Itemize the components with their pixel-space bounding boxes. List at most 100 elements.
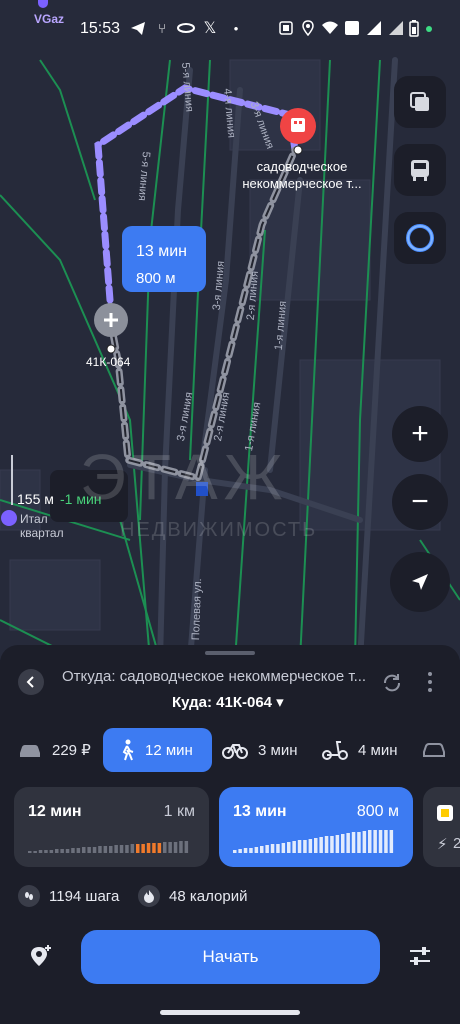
to-field[interactable]: Куда: 41К-064 ▾ [172, 693, 284, 711]
elevation-bar [303, 840, 307, 853]
calories-stat: 48 калорий [138, 885, 247, 907]
elevation-bar [324, 836, 329, 853]
mode-walk[interactable]: 12 мин [103, 728, 212, 772]
route-settings-button[interactable] [408, 945, 432, 972]
elevation-bar [319, 837, 323, 853]
location-icon [298, 18, 318, 38]
poi-label-line2: квартал [20, 526, 64, 540]
alice-icon [406, 224, 434, 252]
elevation-bar [28, 851, 32, 853]
route-card-3[interactable]: ⚡ 2 [423, 787, 460, 867]
mode-car-label: 229 ₽ [52, 742, 91, 759]
route-time: 13 мин [136, 243, 188, 260]
taxi-icon [423, 743, 445, 757]
status-bar: VGaz 15:53 ⑂ 𝕏 • [0, 0, 460, 56]
origin-label: 41К-064 [86, 355, 131, 369]
layers-button[interactable] [394, 76, 446, 128]
elevation-bar [125, 845, 129, 853]
assistant-button[interactable] [394, 212, 446, 264]
elevation-bar [276, 844, 280, 853]
locate-button[interactable] [390, 552, 450, 612]
car-icon [20, 745, 40, 757]
mode-car[interactable]: 229 ₽ [18, 728, 98, 772]
elevation-bar [330, 836, 334, 853]
elevation-bar [60, 849, 64, 853]
elevation-bar [92, 847, 97, 853]
elevation-bar [157, 843, 162, 853]
sim-lte-icon [342, 18, 362, 38]
elevation-bar [33, 851, 37, 853]
elevation-bar [308, 839, 313, 853]
destination-label: садоводческое некоммерческое т... [236, 158, 368, 192]
bike-icon [222, 744, 248, 759]
mode-taxi[interactable] [422, 728, 460, 772]
add-pin-icon [31, 945, 51, 966]
watermark-subtitle: НЕДВИЖИМОСТЬ [120, 519, 318, 541]
ring-icon [176, 18, 196, 38]
signal-2-icon [386, 18, 406, 38]
elevation-bar [49, 850, 54, 853]
elevation-bar [292, 841, 296, 853]
route-sheet: Откуда: садоводческое некоммерческое т..… [0, 645, 460, 1024]
poi-label: Итал квартал [20, 512, 64, 540]
elevation-bar [71, 848, 75, 853]
eta-distance: 155 м [17, 491, 54, 507]
start-button[interactable]: Начать [81, 930, 380, 984]
elevation-bar [136, 844, 140, 853]
app-label: VGaz [34, 12, 65, 26]
elevation-chart-1 [28, 841, 189, 853]
elevation-bar [233, 850, 237, 853]
battery-icon [404, 18, 424, 38]
elevation-bar [351, 832, 356, 853]
poi-label-line1: Итал [20, 512, 48, 526]
destination-label-line1: садоводческое [256, 159, 348, 174]
elevation-bar [179, 841, 183, 853]
route-card-time: 12 мин [28, 803, 82, 820]
elevation-bar [76, 848, 81, 853]
from-field[interactable]: Откуда: садоводческое некоммерческое т..… [62, 668, 397, 685]
add-waypoint-button[interactable] [28, 943, 54, 974]
route-card-distance: 2 [453, 835, 460, 852]
wifi-icon [320, 18, 340, 38]
sheet-handle[interactable] [205, 651, 255, 655]
elevation-bar [168, 842, 172, 853]
mode-scooter[interactable]: 4 мин [322, 728, 412, 772]
zoom-out-button[interactable]: − [392, 474, 448, 530]
elevation-bar [141, 844, 145, 853]
elevation-bar [146, 843, 151, 853]
elevation-bar [38, 850, 43, 853]
elevation-bar [346, 833, 350, 853]
route-card-distance: 1 км [163, 803, 195, 820]
route-distance: 800 м [136, 270, 176, 287]
elevation-bar [119, 845, 124, 853]
mode-scooter-label: 4 мин [358, 741, 398, 759]
route-card-1[interactable]: 12 мин 1 км [14, 787, 209, 867]
elevation-bar [114, 845, 118, 853]
layers-icon [410, 92, 429, 111]
mode-bike[interactable]: 3 мин [222, 728, 312, 772]
back-button[interactable] [18, 669, 44, 695]
home-indicator [160, 1010, 300, 1015]
photo-icon [276, 18, 296, 38]
elevation-bar [341, 834, 345, 853]
transit-button[interactable] [394, 144, 446, 196]
elevation-bar [163, 842, 167, 853]
elevation-bar [265, 845, 269, 853]
elevation-bar [87, 847, 91, 853]
steps-label: 1194 шага [49, 887, 120, 905]
scooter-icon [322, 741, 348, 760]
route-bubble[interactable]: 13 мин 800 м [122, 226, 206, 292]
elevation-bar [65, 849, 70, 853]
swap-icon[interactable] [380, 671, 404, 700]
mode-bike-label: 3 мин [258, 741, 298, 759]
zoom-in-button[interactable]: + [392, 406, 448, 462]
map[interactable]: 5-я линия 4-я линия 3-я линия 5-я линия … [0, 0, 460, 660]
elevation-bar [357, 832, 361, 853]
more-vertical-icon[interactable] [426, 671, 434, 698]
sliders-icon [410, 947, 430, 965]
elevation-bar [152, 843, 156, 853]
elevation-bar [55, 849, 59, 853]
calories-label: 48 калорий [169, 887, 248, 905]
route-card-2[interactable]: 13 мин 800 м [219, 787, 413, 867]
elevation-bar [270, 844, 275, 853]
